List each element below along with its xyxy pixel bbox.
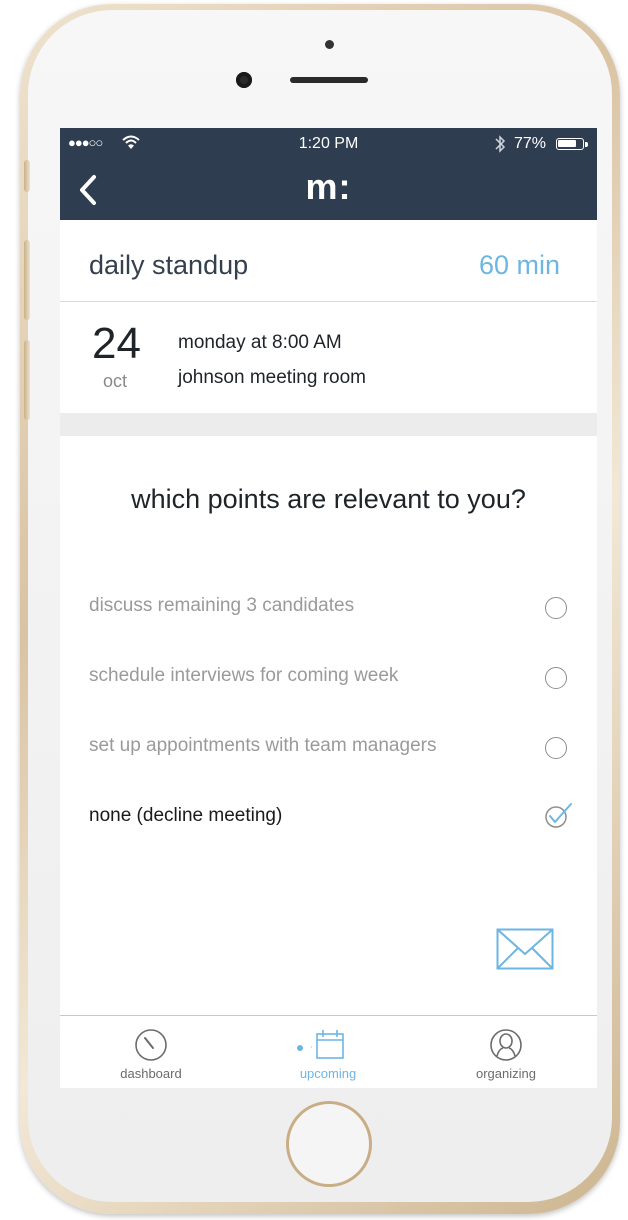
section-divider bbox=[60, 413, 597, 436]
option-row[interactable]: none (decline meeting) bbox=[60, 793, 597, 843]
date-day: 24 bbox=[92, 319, 141, 368]
meeting-duration: 60 min bbox=[478, 250, 560, 280]
active-tab-dot bbox=[297, 1045, 303, 1051]
tab-bar: dashboard upcoming organizing bbox=[60, 1015, 597, 1088]
battery-percentage: 77% bbox=[514, 135, 547, 152]
app-logo: m: bbox=[305, 166, 352, 207]
send-envelope-icon[interactable] bbox=[496, 928, 554, 970]
front-camera bbox=[236, 72, 252, 88]
volume-up-button bbox=[24, 240, 30, 320]
earpiece-speaker bbox=[290, 77, 368, 83]
radio-checked-icon[interactable] bbox=[543, 799, 575, 831]
gauge-icon bbox=[135, 1029, 167, 1061]
date-month: oct bbox=[103, 371, 128, 391]
option-label: schedule interviews for coming week bbox=[89, 665, 399, 686]
calendar-icon bbox=[311, 1030, 344, 1059]
option-row[interactable]: schedule interviews for coming week bbox=[60, 653, 597, 703]
mute-switch bbox=[24, 160, 30, 192]
radio-button[interactable] bbox=[545, 597, 567, 619]
tab-upcoming[interactable]: upcoming bbox=[263, 1016, 393, 1088]
tab-dashboard[interactable]: dashboard bbox=[86, 1016, 216, 1088]
radio-button[interactable] bbox=[545, 667, 567, 689]
navigation-bar: m: bbox=[60, 160, 597, 220]
status-bar: ●●●○○ 1:20 PM 77% bbox=[60, 128, 597, 160]
user-icon bbox=[490, 1029, 522, 1061]
option-row[interactable]: set up appointments with team managers bbox=[60, 723, 597, 773]
option-label: none (decline meeting) bbox=[89, 805, 283, 826]
home-button[interactable] bbox=[286, 1101, 372, 1187]
meeting-time: monday at 8:00 AM bbox=[178, 332, 342, 353]
tab-label: organizing bbox=[476, 1066, 536, 1081]
meeting-header: daily standup 60 min bbox=[60, 220, 597, 302]
proximity-sensor bbox=[325, 40, 334, 49]
meeting-details: 24 oct monday at 8:00 AM johnson meeting… bbox=[60, 303, 597, 413]
app-screen: ●●●○○ 1:20 PM 77% m: daily standup 60 mi… bbox=[60, 128, 597, 1088]
meeting-title: daily standup bbox=[89, 250, 249, 280]
battery-icon bbox=[556, 138, 584, 150]
tab-label: dashboard bbox=[120, 1066, 182, 1081]
tab-organizing[interactable]: organizing bbox=[441, 1016, 571, 1088]
bluetooth-icon bbox=[495, 135, 506, 153]
battery-tip bbox=[585, 142, 588, 147]
meeting-location: johnson meeting room bbox=[178, 367, 366, 388]
volume-down-button bbox=[24, 340, 30, 420]
radio-button[interactable] bbox=[545, 737, 567, 759]
relevance-question: which points are relevant to you? bbox=[131, 484, 526, 514]
option-label: set up appointments with team managers bbox=[89, 735, 437, 756]
option-row[interactable]: discuss remaining 3 candidates bbox=[60, 583, 597, 633]
tab-label: upcoming bbox=[299, 1066, 357, 1081]
option-label: discuss remaining 3 candidates bbox=[89, 595, 355, 616]
